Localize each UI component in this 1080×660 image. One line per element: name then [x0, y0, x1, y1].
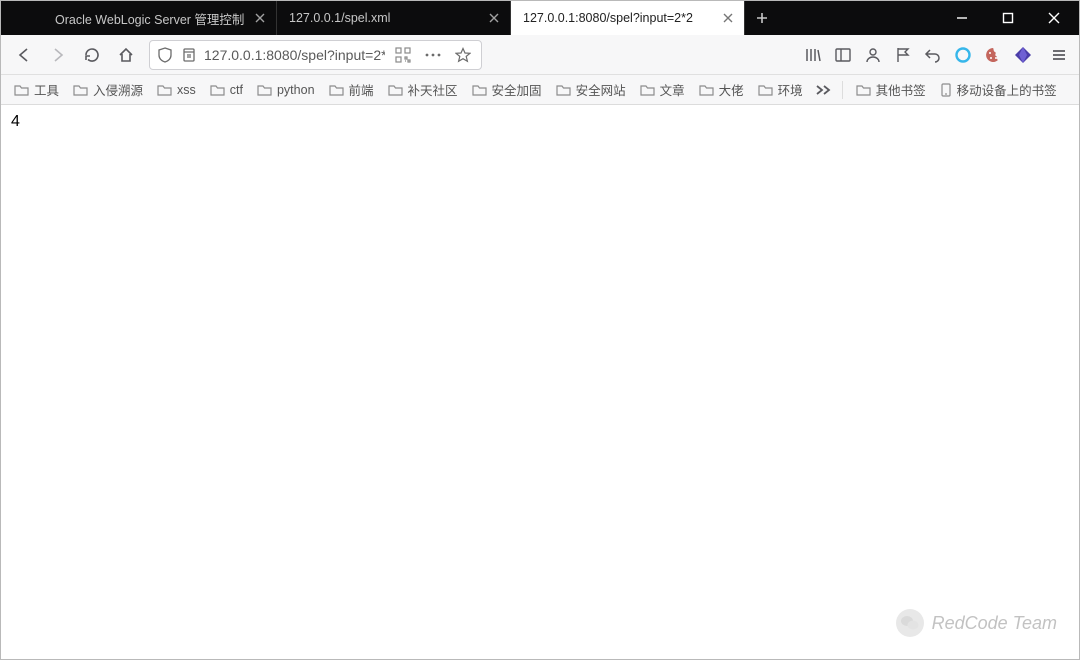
site-info-icon[interactable]: [180, 46, 198, 64]
new-tab-button[interactable]: [745, 1, 779, 35]
sidebar-icon[interactable]: [831, 43, 855, 67]
toolbar-right: [801, 43, 1071, 67]
bookmark-label: 大佬: [719, 80, 744, 99]
tab-title: Oracle WebLogic Server 管理控制: [55, 9, 246, 28]
bookmark-label: xss: [177, 83, 196, 97]
bookmark-star-icon[interactable]: [451, 43, 475, 67]
library-icon[interactable]: [801, 43, 825, 67]
close-icon[interactable]: [486, 10, 502, 26]
tabstrip-spacer: [1, 1, 43, 35]
bookmark-folder[interactable]: 补天社区: [383, 78, 463, 101]
close-icon[interactable]: [720, 10, 736, 26]
tab-1[interactable]: 127.0.0.1/spel.xml: [277, 1, 511, 35]
url-input[interactable]: [204, 47, 385, 63]
bookmark-folder[interactable]: 文章: [635, 78, 690, 101]
bookmark-label: 前端: [349, 80, 374, 99]
page-body-text: 4: [11, 113, 20, 130]
mobile-bookmarks[interactable]: 移动设备上的书签: [935, 78, 1062, 101]
wechat-icon: [896, 609, 924, 637]
bookmarks-bar: 工具 入侵溯源 xss ctf python 前端 补天社区 安全加固 安全网站…: [1, 75, 1079, 105]
bookmark-label: 环境: [778, 80, 803, 99]
tracking-protection-icon[interactable]: [156, 46, 174, 64]
bookmark-folder[interactable]: 环境: [753, 78, 808, 101]
bookmark-label: 补天社区: [408, 80, 458, 99]
bookmark-label: 安全网站: [576, 80, 626, 99]
bookmark-folder[interactable]: 大佬: [694, 78, 749, 101]
bookmark-folder[interactable]: 入侵溯源: [68, 78, 148, 101]
page-actions-icon[interactable]: [421, 43, 445, 67]
bookmark-label: 其他书签: [876, 80, 926, 99]
bookmark-folder[interactable]: 前端: [324, 78, 379, 101]
bookmark-folder[interactable]: xss: [152, 81, 201, 99]
back-button[interactable]: [9, 40, 39, 70]
watermark: RedCode Team: [896, 609, 1057, 637]
home-button[interactable]: [111, 40, 141, 70]
tab-0[interactable]: Oracle WebLogic Server 管理控制: [43, 1, 277, 35]
nav-toolbar: [1, 35, 1079, 75]
bookmark-label: 文章: [660, 80, 685, 99]
extension-palette-icon[interactable]: [981, 43, 1005, 67]
url-bar[interactable]: [149, 40, 482, 70]
tab-title: 127.0.0.1/spel.xml: [289, 11, 480, 25]
bookmark-label: 安全加固: [492, 80, 542, 99]
account-icon[interactable]: [861, 43, 885, 67]
undo-icon[interactable]: [921, 43, 945, 67]
bookmark-label: python: [277, 83, 315, 97]
bookmark-label: 工具: [34, 80, 59, 99]
browser-window: Oracle WebLogic Server 管理控制 127.0.0.1/sp…: [0, 0, 1080, 660]
bookmark-folder[interactable]: 安全加固: [467, 78, 547, 101]
bookmark-folder[interactable]: python: [252, 81, 320, 99]
close-icon[interactable]: [252, 10, 268, 26]
extension-diamond-icon[interactable]: [1011, 43, 1035, 67]
bookmark-folder[interactable]: 工具: [9, 78, 64, 101]
bookmark-folder[interactable]: 安全网站: [551, 78, 631, 101]
qr-icon[interactable]: [391, 43, 415, 67]
other-bookmarks-folder[interactable]: 其他书签: [851, 78, 931, 101]
minimize-button[interactable]: [939, 1, 985, 35]
window-controls: [939, 1, 1079, 35]
reload-button[interactable]: [77, 40, 107, 70]
extension-circle-icon[interactable]: [951, 43, 975, 67]
bookmark-label: 移动设备上的书签: [957, 80, 1057, 99]
app-menu-icon[interactable]: [1047, 43, 1071, 67]
bookmark-folder[interactable]: ctf: [205, 81, 248, 99]
maximize-button[interactable]: [985, 1, 1031, 35]
tab-strip: Oracle WebLogic Server 管理控制 127.0.0.1/sp…: [1, 1, 1079, 35]
bookmark-label: 入侵溯源: [93, 80, 143, 99]
page-content: 4 RedCode Team: [1, 105, 1079, 659]
tab-title: 127.0.0.1:8080/spel?input=2*2: [523, 11, 714, 25]
bookmarks-separator: [842, 81, 843, 99]
bookmarks-overflow-button[interactable]: [812, 83, 834, 97]
tab-2[interactable]: 127.0.0.1:8080/spel?input=2*2: [511, 1, 745, 35]
watermark-text: RedCode Team: [932, 613, 1057, 634]
bookmark-label: ctf: [230, 83, 243, 97]
flag-icon[interactable]: [891, 43, 915, 67]
window-close-button[interactable]: [1031, 1, 1077, 35]
forward-button[interactable]: [43, 40, 73, 70]
